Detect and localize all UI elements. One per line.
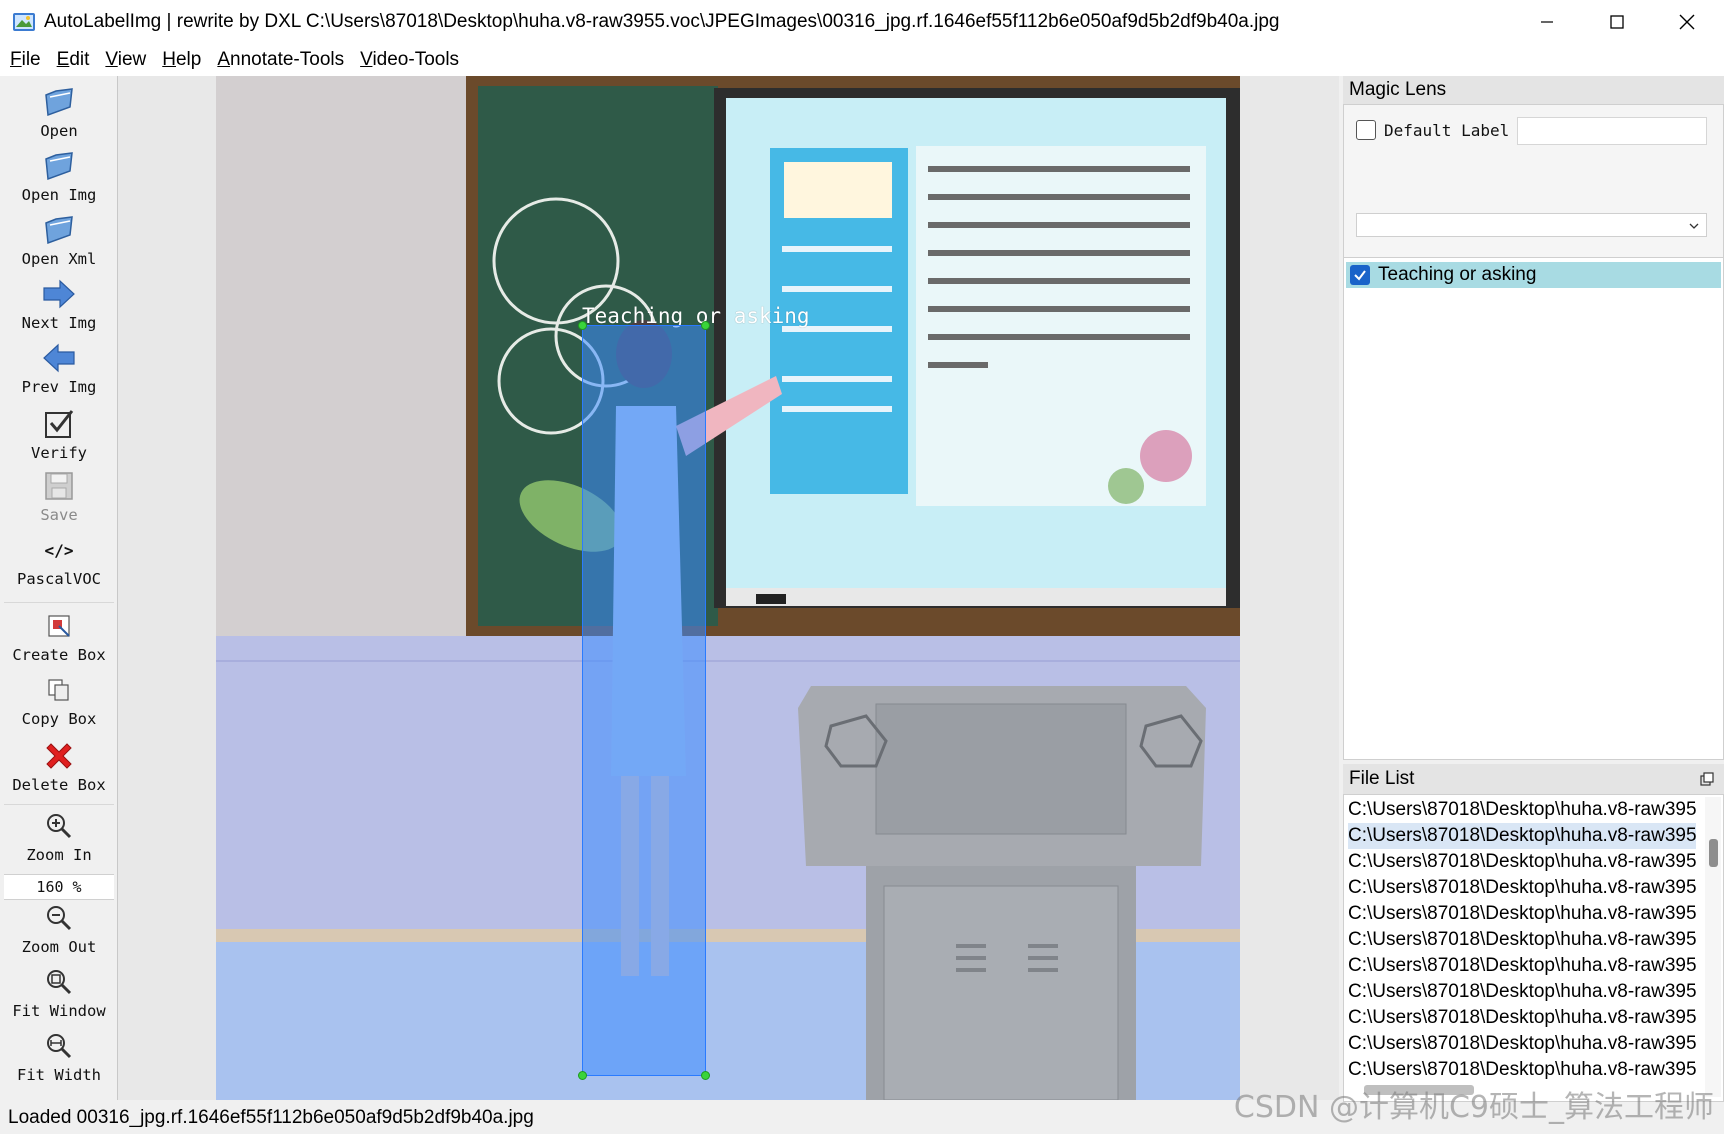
- code-format-icon: </>: [44, 540, 74, 560]
- create-box-button[interactable]: Create Box: [2, 608, 116, 664]
- zoom-in-button[interactable]: Zoom In: [2, 808, 116, 864]
- file-list-item[interactable]: C:\Users\87018\Desktop\huha.v8-raw3955.v…: [1348, 1031, 1696, 1057]
- open-xml-button[interactable]: Open Xml: [2, 212, 116, 268]
- fit-width-button[interactable]: Fit Width: [2, 1028, 116, 1084]
- right-dock: Magic Lens Default Label Teaching or ask…: [1343, 76, 1724, 1102]
- close-icon: [1679, 14, 1695, 30]
- file-list-title: File List: [1343, 764, 1724, 794]
- zoom-out-icon: [41, 900, 77, 936]
- checkmark-box-icon: [41, 406, 77, 442]
- bbox-handle-top-right[interactable]: [701, 321, 710, 330]
- default-label-checkbox[interactable]: [1356, 120, 1376, 140]
- app-window: AutoLabelImg | rewrite by DXL C:\Users\8…: [0, 0, 1724, 1134]
- label-item-text: Teaching or asking: [1378, 264, 1537, 285]
- file-list-scrollbar[interactable]: [1705, 797, 1721, 1097]
- folder-open-icon: [41, 148, 77, 184]
- default-label-text: Default Label: [1384, 120, 1510, 140]
- file-list-item[interactable]: C:\Users\87018\Desktop\huha.v8-raw3955.v…: [1348, 849, 1696, 875]
- save-button[interactable]: Save: [2, 468, 116, 524]
- file-list-item[interactable]: C:\Users\87018\Desktop\huha.v8-raw3955.v…: [1348, 979, 1696, 1005]
- image-canvas[interactable]: Teaching or asking: [117, 76, 1339, 1100]
- file-list-panel: C:\Users\87018\Desktop\huha.v8-raw3955.v…: [1343, 794, 1724, 1102]
- file-list-item[interactable]: C:\Users\87018\Desktop\huha.v8-raw3955.v…: [1348, 927, 1696, 953]
- checkmark-icon: [1354, 270, 1366, 281]
- arrow-left-icon: [41, 340, 77, 376]
- app-logo-icon: [12, 10, 36, 34]
- fit-window-icon: [41, 964, 77, 1000]
- copy-icon: [41, 672, 77, 708]
- file-list-item[interactable]: C:\Users\87018\Desktop\huha.v8-raw3955.v…: [1348, 1057, 1696, 1083]
- float-panel-icon[interactable]: [1700, 772, 1714, 786]
- menu-bar: File Edit View Help Annotate-Tools Video…: [0, 44, 1724, 76]
- menu-video-tools[interactable]: Video-Tools: [352, 49, 467, 71]
- default-label-row: Default Label: [1356, 120, 1509, 140]
- minimize-icon: [1541, 21, 1553, 23]
- bounding-box[interactable]: [582, 325, 706, 1076]
- folder-open-icon: [41, 212, 77, 248]
- magic-lens-panel: Default Label Teaching or asking: [1343, 104, 1724, 760]
- menu-annotate-tools[interactable]: Annotate-Tools: [209, 49, 352, 71]
- default-label-input[interactable]: [1517, 117, 1707, 145]
- label-checkbox-checked[interactable]: [1350, 265, 1370, 285]
- zoom-value-field[interactable]: 160 %: [4, 874, 114, 900]
- watermark-text: CSDN @计算机C9硕士_算法工程师: [1233, 1090, 1714, 1125]
- scrollbar-thumb[interactable]: [1709, 839, 1718, 867]
- magic-lens-title: Magic Lens: [1343, 76, 1724, 104]
- arrow-right-icon: [41, 276, 77, 312]
- prev-img-button[interactable]: Prev Img: [2, 340, 116, 396]
- classroom-photo: [216, 76, 1240, 1100]
- menu-file[interactable]: File: [2, 49, 49, 71]
- copy-box-button[interactable]: Copy Box: [2, 672, 116, 728]
- menu-help[interactable]: Help: [154, 49, 209, 71]
- file-list-item-selected[interactable]: C:\Users\87018\Desktop\huha.v8-raw3955.v…: [1348, 823, 1696, 849]
- window-title: AutoLabelImg | rewrite by DXL C:\Users\8…: [44, 11, 1280, 32]
- format-toggle-button[interactable]: </> PascalVOC: [2, 532, 116, 589]
- bbox-handle-bottom-right[interactable]: [701, 1071, 710, 1080]
- fit-window-button[interactable]: Fit Window: [2, 964, 116, 1020]
- chevron-down-icon: [1689, 223, 1699, 229]
- status-text: Loaded 00316_jpg.rf.1646ef55f112b6e050af…: [8, 1107, 534, 1128]
- maximize-button[interactable]: [1582, 0, 1652, 44]
- open-img-button[interactable]: Open Img: [2, 148, 116, 204]
- next-img-button[interactable]: Next Img: [2, 276, 116, 332]
- open-button[interactable]: Open: [2, 84, 116, 140]
- label-list-item[interactable]: Teaching or asking: [1346, 262, 1721, 288]
- bbox-handle-bottom-left[interactable]: [578, 1071, 587, 1080]
- menu-view[interactable]: View: [97, 49, 154, 71]
- create-box-icon: [41, 608, 77, 644]
- zoom-in-icon: [41, 808, 77, 844]
- floppy-disk-icon: [41, 468, 77, 504]
- label-list: Teaching or asking: [1344, 257, 1723, 759]
- zoom-out-button[interactable]: Zoom Out: [2, 900, 116, 956]
- maximize-icon: [1610, 15, 1624, 29]
- close-button[interactable]: [1652, 0, 1722, 44]
- fit-width-icon: [41, 1028, 77, 1064]
- menu-edit[interactable]: Edit: [49, 49, 98, 71]
- toolbar-separator: [4, 804, 114, 805]
- tool-bar-lower: Zoom Out Fit Window Fit Width: [2, 900, 116, 1100]
- minimize-button[interactable]: [1512, 0, 1582, 44]
- delete-box-button[interactable]: Delete Box: [2, 738, 116, 794]
- label-dropdown[interactable]: [1356, 213, 1707, 237]
- toolbar-separator: [4, 602, 114, 603]
- verify-button[interactable]: Verify: [2, 406, 116, 462]
- file-list-title-text: File List: [1349, 768, 1415, 789]
- file-list-item[interactable]: C:\Users\87018\Desktop\huha.v8-raw3955.v…: [1348, 1005, 1696, 1031]
- file-list-item[interactable]: C:\Users\87018\Desktop\huha.v8-raw3955.v…: [1348, 953, 1696, 979]
- bbox-handle-top-left[interactable]: [578, 321, 587, 330]
- file-list-item[interactable]: C:\Users\87018\Desktop\huha.v8-raw3955.v…: [1348, 875, 1696, 901]
- file-list-item[interactable]: C:\Users\87018\Desktop\huha.v8-raw3955.v…: [1348, 797, 1696, 823]
- folder-open-icon: [41, 84, 77, 120]
- title-bar: AutoLabelImg | rewrite by DXL C:\Users\8…: [0, 0, 1724, 44]
- delete-x-icon: [41, 738, 77, 774]
- file-list-item[interactable]: C:\Users\87018\Desktop\huha.v8-raw3955.v…: [1348, 901, 1696, 927]
